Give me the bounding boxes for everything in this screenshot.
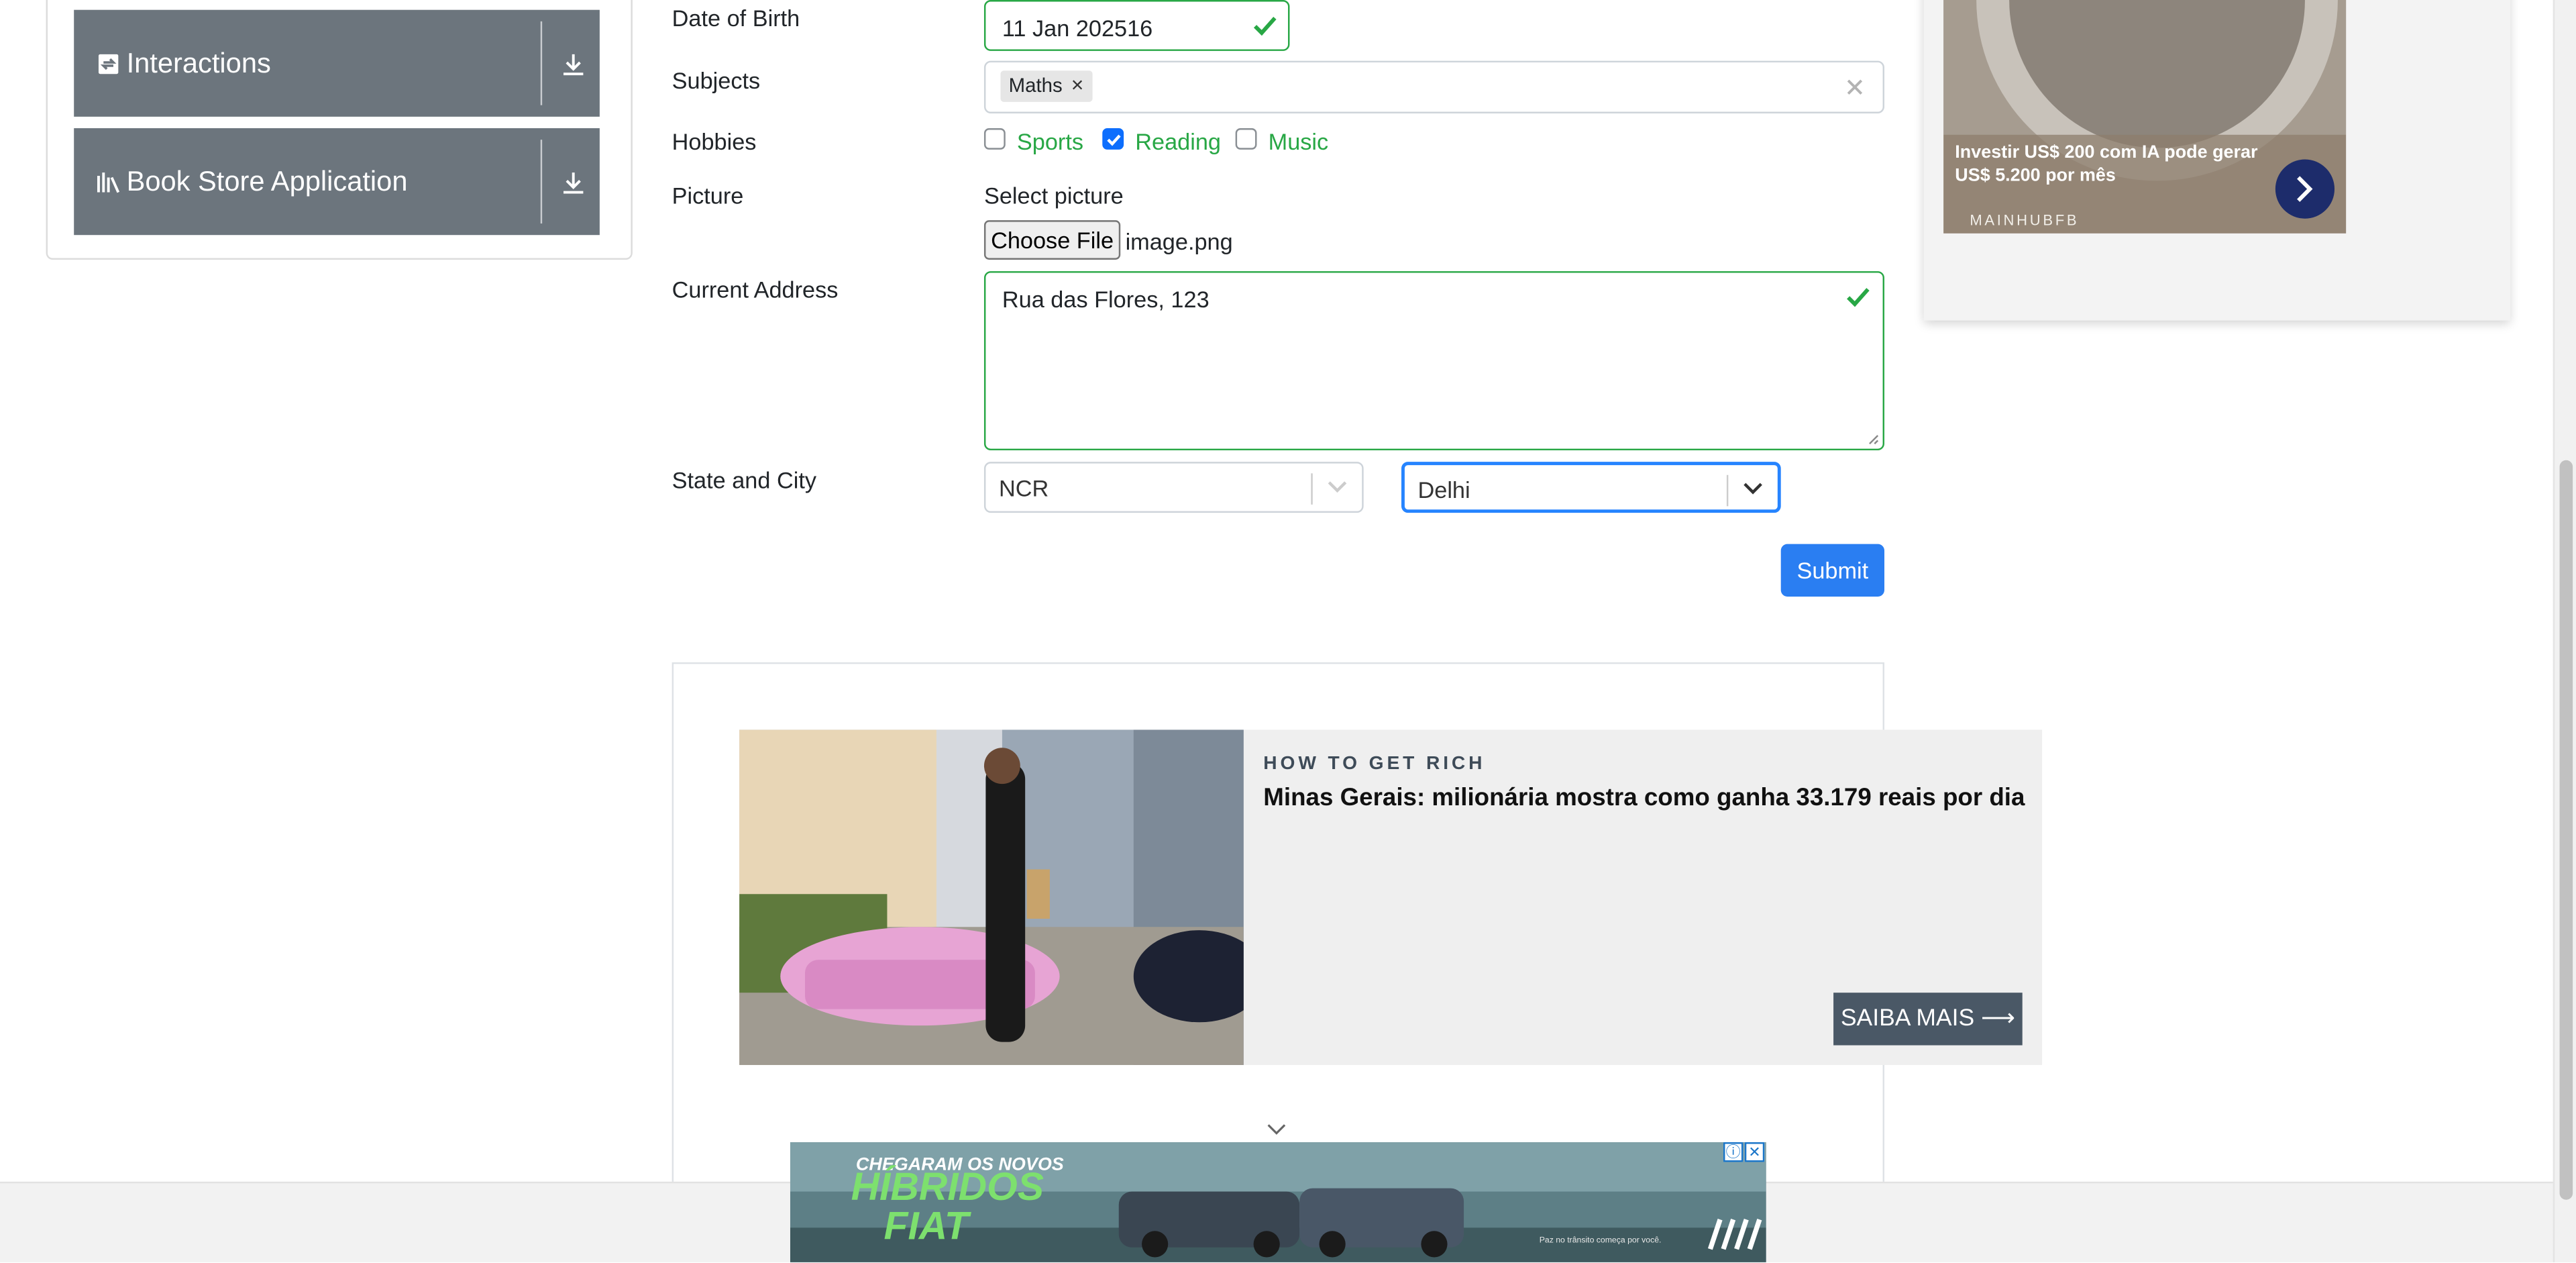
state-select[interactable]: NCR bbox=[983, 462, 1364, 513]
hobby-music-checkbox[interactable] bbox=[1235, 128, 1257, 150]
hobby-reading-checkbox[interactable] bbox=[1102, 128, 1124, 150]
subjects-input[interactable] bbox=[983, 60, 1885, 113]
hobby-sports-label[interactable]: Sports bbox=[1017, 128, 1083, 154]
ad-image[interactable] bbox=[739, 729, 1244, 1065]
books-icon bbox=[97, 171, 120, 193]
side-ad-source: MAINHUBFB bbox=[1970, 211, 2080, 229]
chevron-down-icon[interactable] bbox=[1328, 480, 1347, 493]
chip-remove-icon[interactable]: × bbox=[1071, 72, 1084, 97]
side-ad-text[interactable]: Investir US$ 200 com IA pode gerar US$ 5… bbox=[1955, 142, 2284, 188]
interactions-icon bbox=[98, 53, 119, 73]
subject-chip-maths: Maths × bbox=[1000, 70, 1093, 102]
ad-close-icon[interactable]: ✕ bbox=[1744, 1142, 1765, 1162]
banner-title: HÍBRIDOS bbox=[851, 1165, 1044, 1210]
submit-button[interactable]: Submit bbox=[1780, 544, 1885, 597]
dob-value: 11 Jan 202516 bbox=[1002, 15, 1153, 42]
address-value: Rua das Flores, 123 bbox=[1002, 286, 1210, 313]
ad-photo-art bbox=[739, 729, 1244, 1065]
hobby-sports-checkbox[interactable] bbox=[983, 128, 1006, 150]
select-picture-label: Select picture bbox=[983, 182, 1124, 209]
clear-icon[interactable] bbox=[1847, 79, 1863, 95]
city-select[interactable]: Delhi bbox=[1401, 462, 1781, 513]
hobby-music-label[interactable]: Music bbox=[1269, 128, 1329, 154]
dob-label: Date of Birth bbox=[672, 5, 800, 32]
picture-label: Picture bbox=[672, 182, 744, 209]
divider bbox=[540, 140, 543, 224]
select-separator bbox=[1726, 474, 1729, 507]
side-ad-next-button[interactable] bbox=[2275, 159, 2335, 219]
valid-check-icon bbox=[1847, 288, 1870, 307]
valid-check-icon bbox=[1253, 16, 1277, 36]
adchoices-info-icon[interactable]: ⓘ bbox=[1723, 1142, 1743, 1162]
address-textarea[interactable]: Rua das Flores, 123 bbox=[983, 271, 1885, 451]
menu-group-interactions[interactable]: Interactions bbox=[74, 9, 600, 117]
ad-kicker: HOW TO GET RICH bbox=[1263, 754, 1486, 774]
divider bbox=[540, 21, 543, 105]
choose-file-button[interactable]: Choose File bbox=[983, 220, 1121, 260]
collapse-chevron-icon[interactable] bbox=[1267, 1123, 1286, 1136]
state-city-label: State and City bbox=[672, 466, 816, 493]
chip-label: Maths bbox=[1008, 74, 1063, 97]
chevron-right-icon bbox=[2297, 176, 2313, 202]
banner-brand: FIAT bbox=[883, 1205, 969, 1250]
resize-handle-icon[interactable] bbox=[1868, 434, 1880, 446]
city-value: Delhi bbox=[1417, 476, 1470, 503]
state-value: NCR bbox=[998, 474, 1049, 501]
dob-input[interactable]: 11 Jan 202516 bbox=[983, 0, 1290, 51]
select-separator bbox=[1311, 473, 1313, 505]
checkmark-icon bbox=[1107, 134, 1121, 146]
menu-group-title: Book Store Application bbox=[126, 165, 408, 197]
menu-group-title: Interactions bbox=[126, 46, 271, 79]
scrollbar-thumb[interactable] bbox=[2559, 460, 2573, 1200]
download-icon[interactable] bbox=[562, 168, 585, 195]
file-name: image.png bbox=[1125, 228, 1233, 255]
ad-headline[interactable]: Minas Gerais: milionária mostra como gan… bbox=[1263, 784, 2025, 812]
menu-group-book-store[interactable]: Book Store Application bbox=[74, 128, 600, 236]
download-icon[interactable] bbox=[562, 50, 585, 77]
subjects-label: Subjects bbox=[672, 67, 761, 94]
hobbies-label: Hobbies bbox=[672, 128, 757, 155]
address-label: Current Address bbox=[672, 276, 839, 303]
hobby-reading-label[interactable]: Reading bbox=[1135, 128, 1221, 154]
ad-cta-button[interactable]: SAIBA MAIS ⟶ bbox=[1833, 993, 2023, 1046]
chevron-down-icon[interactable] bbox=[1743, 482, 1762, 495]
banner-tagline: Paz no trânsito começa por você. bbox=[1539, 1235, 1662, 1246]
